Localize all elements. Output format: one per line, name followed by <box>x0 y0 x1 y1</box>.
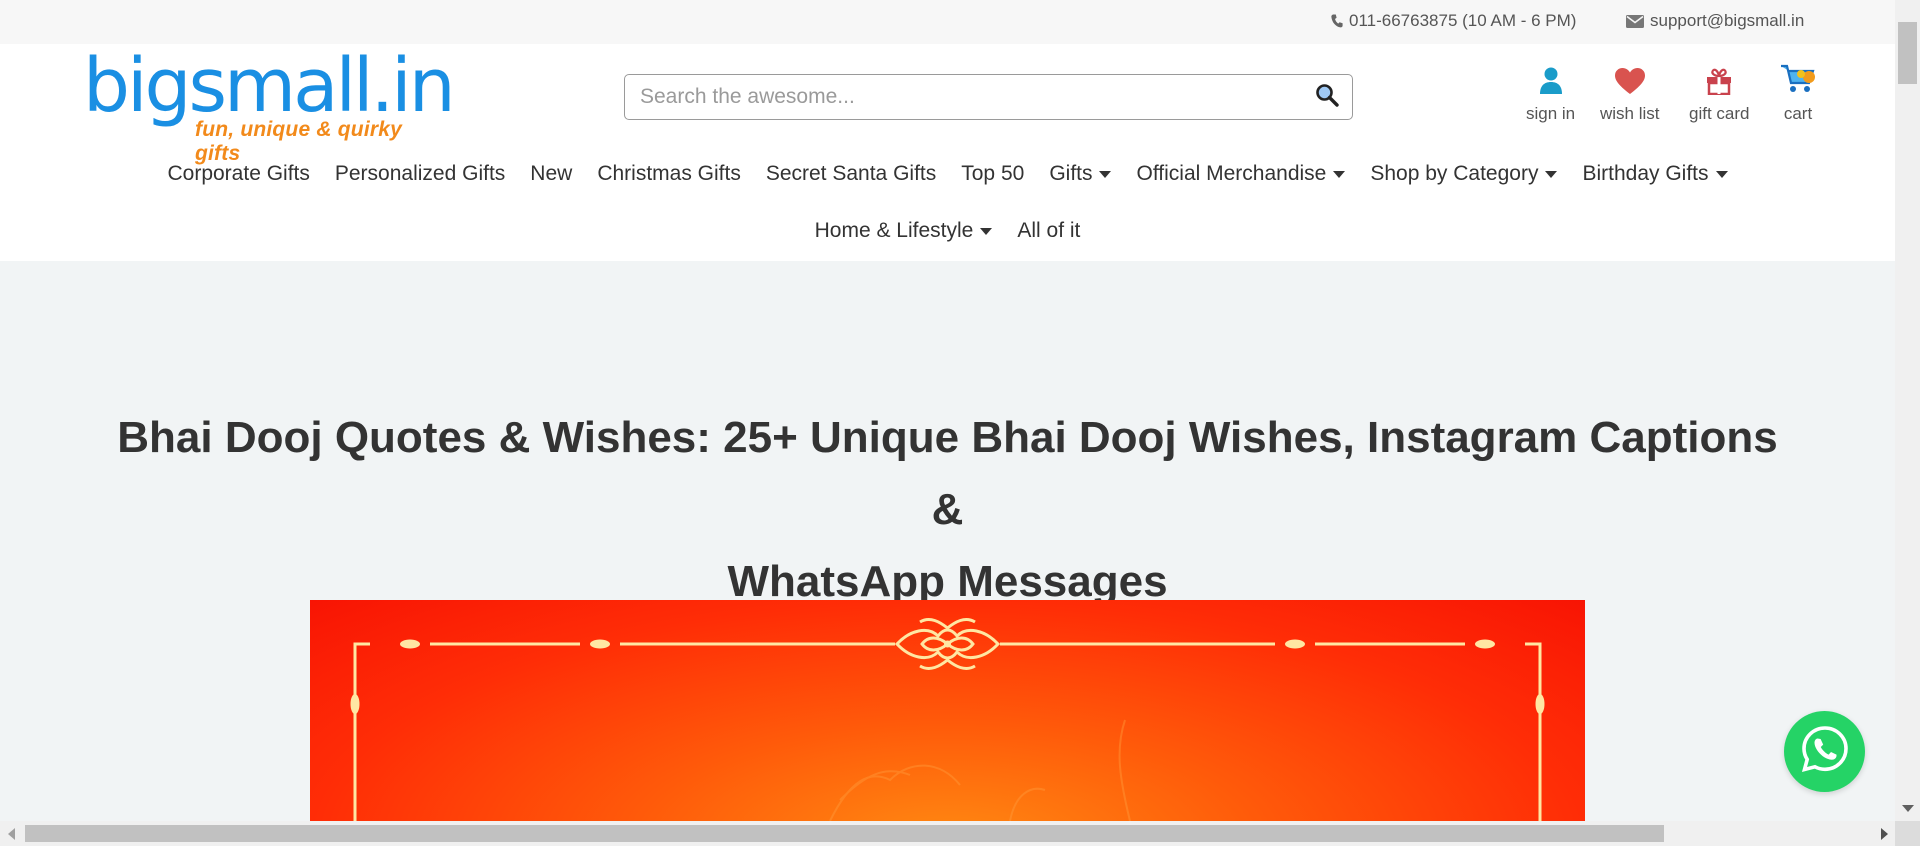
gift-card-link[interactable]: gift card <box>1689 66 1749 124</box>
horizontal-scrollbar[interactable] <box>0 821 1920 846</box>
sign-in-link[interactable]: sign in <box>1526 66 1575 124</box>
menu-item-secret-santa-gifts[interactable]: Secret Santa Gifts <box>766 162 936 186</box>
email-address: support@bigsmall.in <box>1650 11 1805 30</box>
logo-tagline: fun, unique & quirky gifts <box>195 118 402 165</box>
article-title: Bhai Dooj Quotes & Wishes: 25+ Unique Bh… <box>100 402 1795 618</box>
top-contact-bar: 011-66763875 (10 AM - 6 PM) support@bigs… <box>0 0 1895 44</box>
site-header: bigsmall.in fun, unique & quirky gifts s… <box>0 44 1895 261</box>
wish-list-label: wish list <box>1600 104 1660 123</box>
cart-link[interactable]: cart <box>1779 63 1817 124</box>
search-bar <box>624 74 1353 120</box>
cart-label: cart <box>1783 104 1813 123</box>
main-menu-row-1: Corporate Gifts Personalized Gifts New C… <box>0 162 1895 186</box>
cart-icon <box>1779 63 1817 100</box>
menu-item-personalized-gifts[interactable]: Personalized Gifts <box>335 162 505 186</box>
menu-item-home-lifestyle[interactable]: Home & Lifestyle <box>815 219 993 243</box>
mail-icon <box>1626 14 1644 28</box>
ornamental-border <box>350 618 1545 821</box>
menu-item-corporate-gifts[interactable]: Corporate Gifts <box>167 162 309 186</box>
user-icon <box>1539 67 1563 100</box>
search-icon <box>1315 83 1339 112</box>
menu-item-gifts[interactable]: Gifts <box>1049 162 1112 186</box>
article-title-line-1: Bhai Dooj Quotes & Wishes: 25+ Unique Bh… <box>117 413 1778 534</box>
phone-icon <box>1331 14 1343 28</box>
contact-email[interactable]: support@bigsmall.in <box>1626 11 1804 31</box>
menu-item-shop-by-category[interactable]: Shop by Category <box>1370 162 1558 186</box>
menu-item-all-of-it[interactable]: All of it <box>1017 219 1080 243</box>
scroll-down-arrow-icon[interactable] <box>1902 805 1914 812</box>
menu-item-birthday-gifts[interactable]: Birthday Gifts <box>1582 162 1728 186</box>
gift-icon <box>1705 67 1733 100</box>
article-title-line-2: WhatsApp Messages <box>727 557 1168 606</box>
sign-in-label: sign in <box>1526 104 1576 123</box>
caret-down-icon <box>1545 170 1558 178</box>
menu-item-new[interactable]: New <box>530 162 572 186</box>
menu-item-official-merchandise[interactable]: Official Merchandise <box>1136 162 1346 186</box>
caret-down-icon <box>1333 170 1346 178</box>
whatsapp-chat-button[interactable] <box>1784 711 1865 792</box>
menu-item-christmas-gifts[interactable]: Christmas Gifts <box>597 162 741 186</box>
scroll-left-arrow-icon[interactable] <box>8 828 15 840</box>
search-input[interactable] <box>625 75 1302 119</box>
menu-item-top-50[interactable]: Top 50 <box>961 162 1024 186</box>
page-viewport: 011-66763875 (10 AM - 6 PM) support@bigs… <box>0 0 1895 821</box>
caret-down-icon <box>1099 170 1112 178</box>
whatsapp-icon <box>1800 724 1850 779</box>
caret-down-icon <box>980 227 993 235</box>
wish-list-link[interactable]: wish list <box>1600 66 1660 124</box>
vertical-scrollbar[interactable] <box>1895 0 1920 821</box>
scroll-right-arrow-icon[interactable] <box>1881 828 1888 840</box>
horizontal-scrollbar-thumb[interactable] <box>25 825 1664 842</box>
vertical-scrollbar-thumb[interactable] <box>1898 22 1917 84</box>
caret-down-icon <box>1715 170 1728 178</box>
scrollbar-corner <box>1895 821 1920 846</box>
heart-icon <box>1614 67 1646 100</box>
site-logo[interactable]: bigsmall.in fun, unique & quirky gifts <box>83 43 456 165</box>
contact-phone[interactable]: 011-66763875 (10 AM - 6 PM) <box>1331 11 1576 31</box>
logo-wordmark: bigsmall.in <box>83 43 456 129</box>
search-button[interactable] <box>1302 75 1352 119</box>
main-menu-row-2: Home & Lifestyle All of it <box>0 219 1895 243</box>
gift-card-label: gift card <box>1689 104 1750 123</box>
phone-number: 011-66763875 (10 AM - 6 PM) <box>1349 11 1577 30</box>
article-hero-image <box>310 600 1585 821</box>
